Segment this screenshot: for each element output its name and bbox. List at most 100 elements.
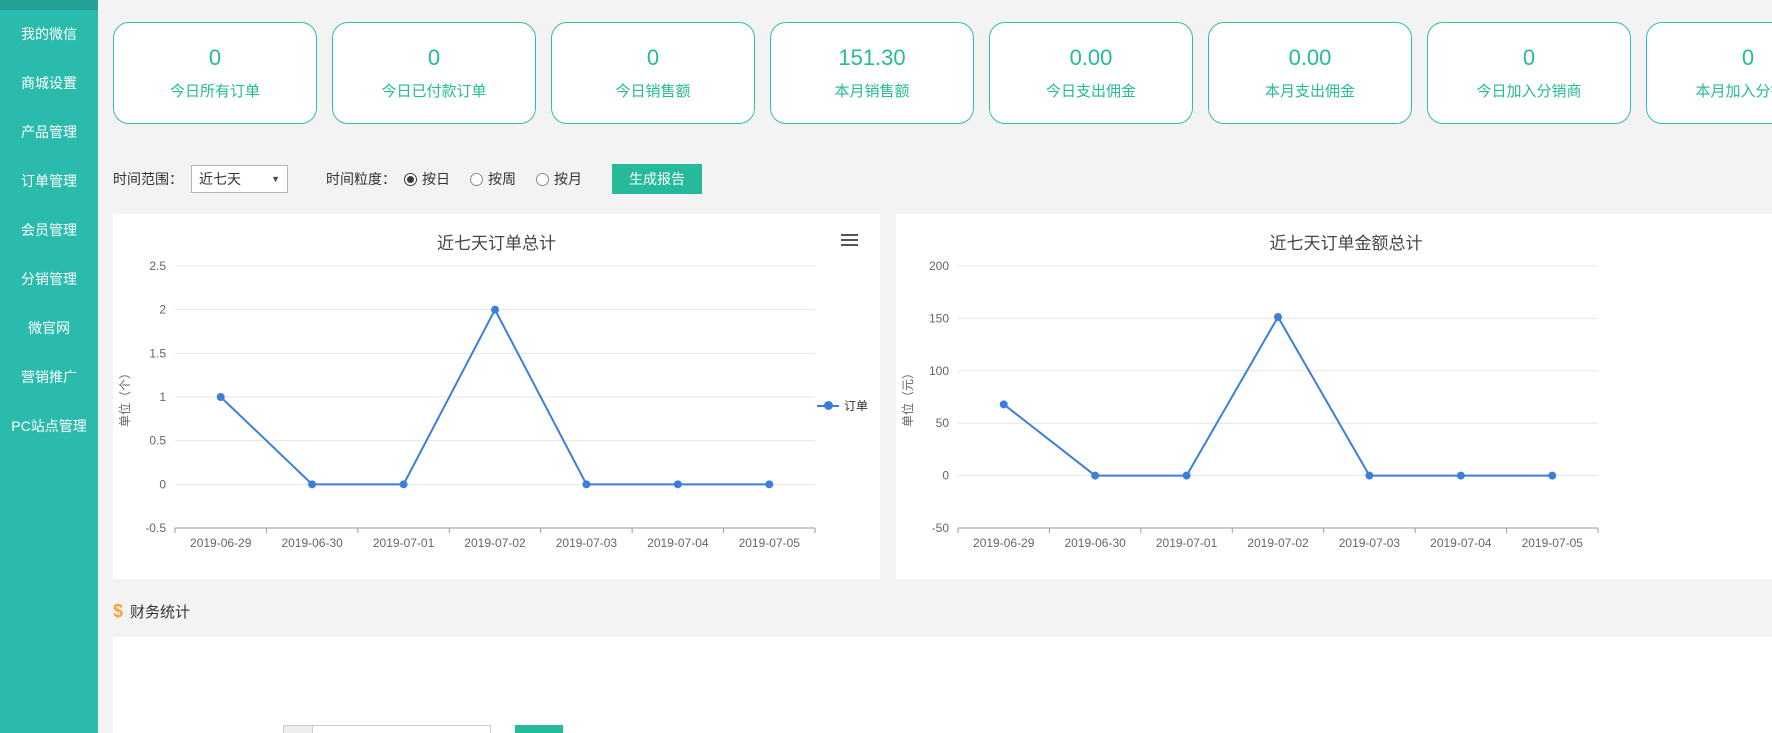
svg-text:2019-07-01: 2019-07-01 [373, 536, 435, 550]
time-range-value: 近七天 [199, 169, 241, 189]
chart-svg: 2.5 2 1.5 1 0.5 0 -0.5 2019-06-29 2019-06-30 2019… [113, 258, 827, 570]
orders-chart-panel: 近七天订单总计 2.5 2 1.5 1 0.5 0 -0.5 2019-06-29 2019-0… [113, 214, 880, 579]
time-range-label: 时间范围： [113, 169, 183, 189]
sidebar-item-8[interactable]: 营销推广 [0, 353, 98, 402]
stat-label: 今日所有订单 [170, 80, 260, 101]
charts-row: 近七天订单总计 2.5 2 1.5 1 0.5 0 -0.5 2019-06-29 2019-0… [113, 214, 1772, 579]
sidebar-item-1[interactable]: 我的微信 [0, 10, 98, 59]
stat-card-3: 0今日销售额 [551, 22, 755, 124]
orders-line-chart: 2.5 2 1.5 1 0.5 0 -0.5 2019-06-29 2019-06-30 2019… [113, 258, 880, 575]
stat-label: 今日加入分销商 [1476, 80, 1581, 101]
finance-action-button[interactable] [515, 725, 563, 733]
svg-text:2019-06-29: 2019-06-29 [190, 536, 252, 550]
finance-form-row [113, 637, 1772, 733]
sidebar-item-2[interactable]: 商城设置 [0, 59, 98, 108]
svg-text:-0.5: -0.5 [145, 521, 166, 535]
svg-text:2019-06-30: 2019-06-30 [1064, 536, 1126, 550]
svg-text:2019-07-04: 2019-07-04 [1430, 536, 1492, 550]
stat-card-8: 0 本月加入分销商 [1646, 22, 1772, 124]
granularity-label: 时间粒度： [326, 169, 396, 189]
radio-option-3[interactable]: 按月 [536, 169, 582, 189]
stat-card-5: 0.00 今日支出佣金 [989, 22, 1193, 124]
orders-chart-title: 近七天订单总计 [113, 214, 880, 254]
stat-card-6: 0.00 本月支出佣金 [1208, 22, 1412, 124]
time-range-select[interactable]: 近七天 ▼ [191, 165, 288, 193]
generate-report-button[interactable]: 生成报告 [612, 164, 702, 194]
legend-line-icon [817, 405, 839, 407]
svg-text:150: 150 [929, 311, 949, 325]
sidebar-top-sliver [0, 0, 98, 10]
finance-panel [113, 637, 1772, 733]
legend-label: 订单 [844, 397, 868, 414]
stat-card-1: 0 今日所有订单 [113, 22, 317, 124]
sidebar-item-4[interactable]: 订单管理 [0, 157, 98, 206]
svg-text:1: 1 [159, 390, 166, 404]
svg-text:2019-07-02: 2019-07-02 [1247, 536, 1309, 550]
stat-value: 151.30 [838, 45, 905, 71]
svg-text:单位（个）: 单位（个） [117, 367, 132, 427]
chart-svg: 200150100500-502019-06-292019-06-302019-… [896, 258, 1610, 570]
svg-text:1.5: 1.5 [149, 346, 166, 360]
svg-text:2019-07-05: 2019-07-05 [739, 536, 801, 550]
dollar-icon: $ [113, 601, 123, 622]
radio-checked-icon [404, 173, 417, 186]
main-content: 0 今日所有订单 0 今日已付款订单 0今日销售额 151.30 本月销售额 0.00 今日支出… [98, 0, 1772, 733]
radio-option-1[interactable]: 按日 [404, 169, 450, 189]
sidebar-item-6[interactable]: 分销管理 [0, 255, 98, 304]
stat-label: 本月支出佣金 [1265, 80, 1355, 101]
amount-chart-title: 近七天订单金额总计 [896, 214, 1772, 254]
svg-text:2019-06-30: 2019-06-30 [281, 536, 343, 550]
radio-label: 按月 [554, 169, 582, 189]
svg-text:-50: -50 [932, 521, 950, 535]
finance-title: 财务统计 [130, 601, 190, 622]
svg-text:0.5: 0.5 [149, 434, 166, 448]
amount-chart-panel: 近七天订单金额总计 200150100500-502019-06-292019-… [896, 214, 1772, 579]
svg-text:0: 0 [942, 469, 949, 483]
granularity-radio-group: 按日 按周 按月 [404, 169, 582, 189]
finance-section-header: $ 财务统计 [113, 601, 1772, 621]
stat-card-7: 0 今日加入分销商 [1427, 22, 1631, 124]
svg-text:2019-07-01: 2019-07-01 [1156, 536, 1218, 550]
app-root: 我的微信商城设置产品管理订单管理会员管理分销管理微官网营销推广PC站点管理 0今… [0, 0, 1772, 733]
stat-label: 本月销售额 [834, 80, 909, 101]
sidebar-item-7[interactable]: 微官网 [0, 304, 98, 353]
orders-chart-legend[interactable]: 订单 [817, 397, 868, 414]
stat-value: 0 [428, 45, 440, 71]
sidebar: 我的微信商城设置产品管理订单管理会员管理分销管理微官网营销推广PC站点管理 [0, 0, 98, 733]
amount-line-chart: 200150100500-502019-06-292019-06-302019-… [896, 258, 1772, 575]
stat-value: 0 [209, 45, 221, 71]
svg-text:2019-07-02: 2019-07-02 [464, 536, 526, 550]
stat-value: 0 [1742, 45, 1754, 71]
radio-label: 按日 [422, 169, 450, 189]
svg-text:2019-07-04: 2019-07-04 [647, 536, 709, 550]
stat-value: 0.00 [1070, 45, 1113, 71]
finance-input[interactable] [313, 725, 491, 733]
svg-text:2.5: 2.5 [149, 259, 166, 273]
svg-text:2019-07-03: 2019-07-03 [556, 536, 618, 550]
sidebar-item-5[interactable]: 会员管理 [0, 206, 98, 255]
radio-unchecked-icon [470, 173, 483, 186]
stat-value: 0.00 [1289, 45, 1332, 71]
radio-unchecked-icon [536, 173, 549, 186]
stat-label: 今日已付款订单 [381, 80, 486, 101]
svg-text:2019-07-03: 2019-07-03 [1339, 536, 1401, 550]
filter-bar: 时间范围： 近七天 ▼ 时间粒度： 按日 按周 按月 生成报告 [113, 164, 1772, 194]
stat-value: 0 [1523, 45, 1535, 71]
svg-text:2019-07-05: 2019-07-05 [1522, 536, 1584, 550]
stat-label: 本月加入分销商 [1695, 80, 1772, 101]
radio-label: 按周 [488, 169, 516, 189]
svg-text:2: 2 [159, 303, 166, 317]
input-addon [283, 725, 313, 733]
sidebar-item-9[interactable]: PC站点管理 [0, 402, 98, 451]
svg-text:单位（元）: 单位（元） [900, 367, 915, 427]
svg-text:2019-06-29: 2019-06-29 [973, 536, 1035, 550]
stat-label: 今日支出佣金 [1046, 80, 1136, 101]
radio-option-2[interactable]: 按周 [470, 169, 516, 189]
svg-text:0: 0 [159, 477, 166, 491]
sidebar-item-3[interactable]: 产品管理 [0, 108, 98, 157]
svg-text:200: 200 [929, 259, 949, 273]
stat-card-4: 151.30 本月销售额 [770, 22, 974, 124]
stat-value: 0 [647, 45, 659, 71]
chart-menu-icon[interactable] [841, 234, 858, 246]
svg-text:100: 100 [929, 364, 949, 378]
